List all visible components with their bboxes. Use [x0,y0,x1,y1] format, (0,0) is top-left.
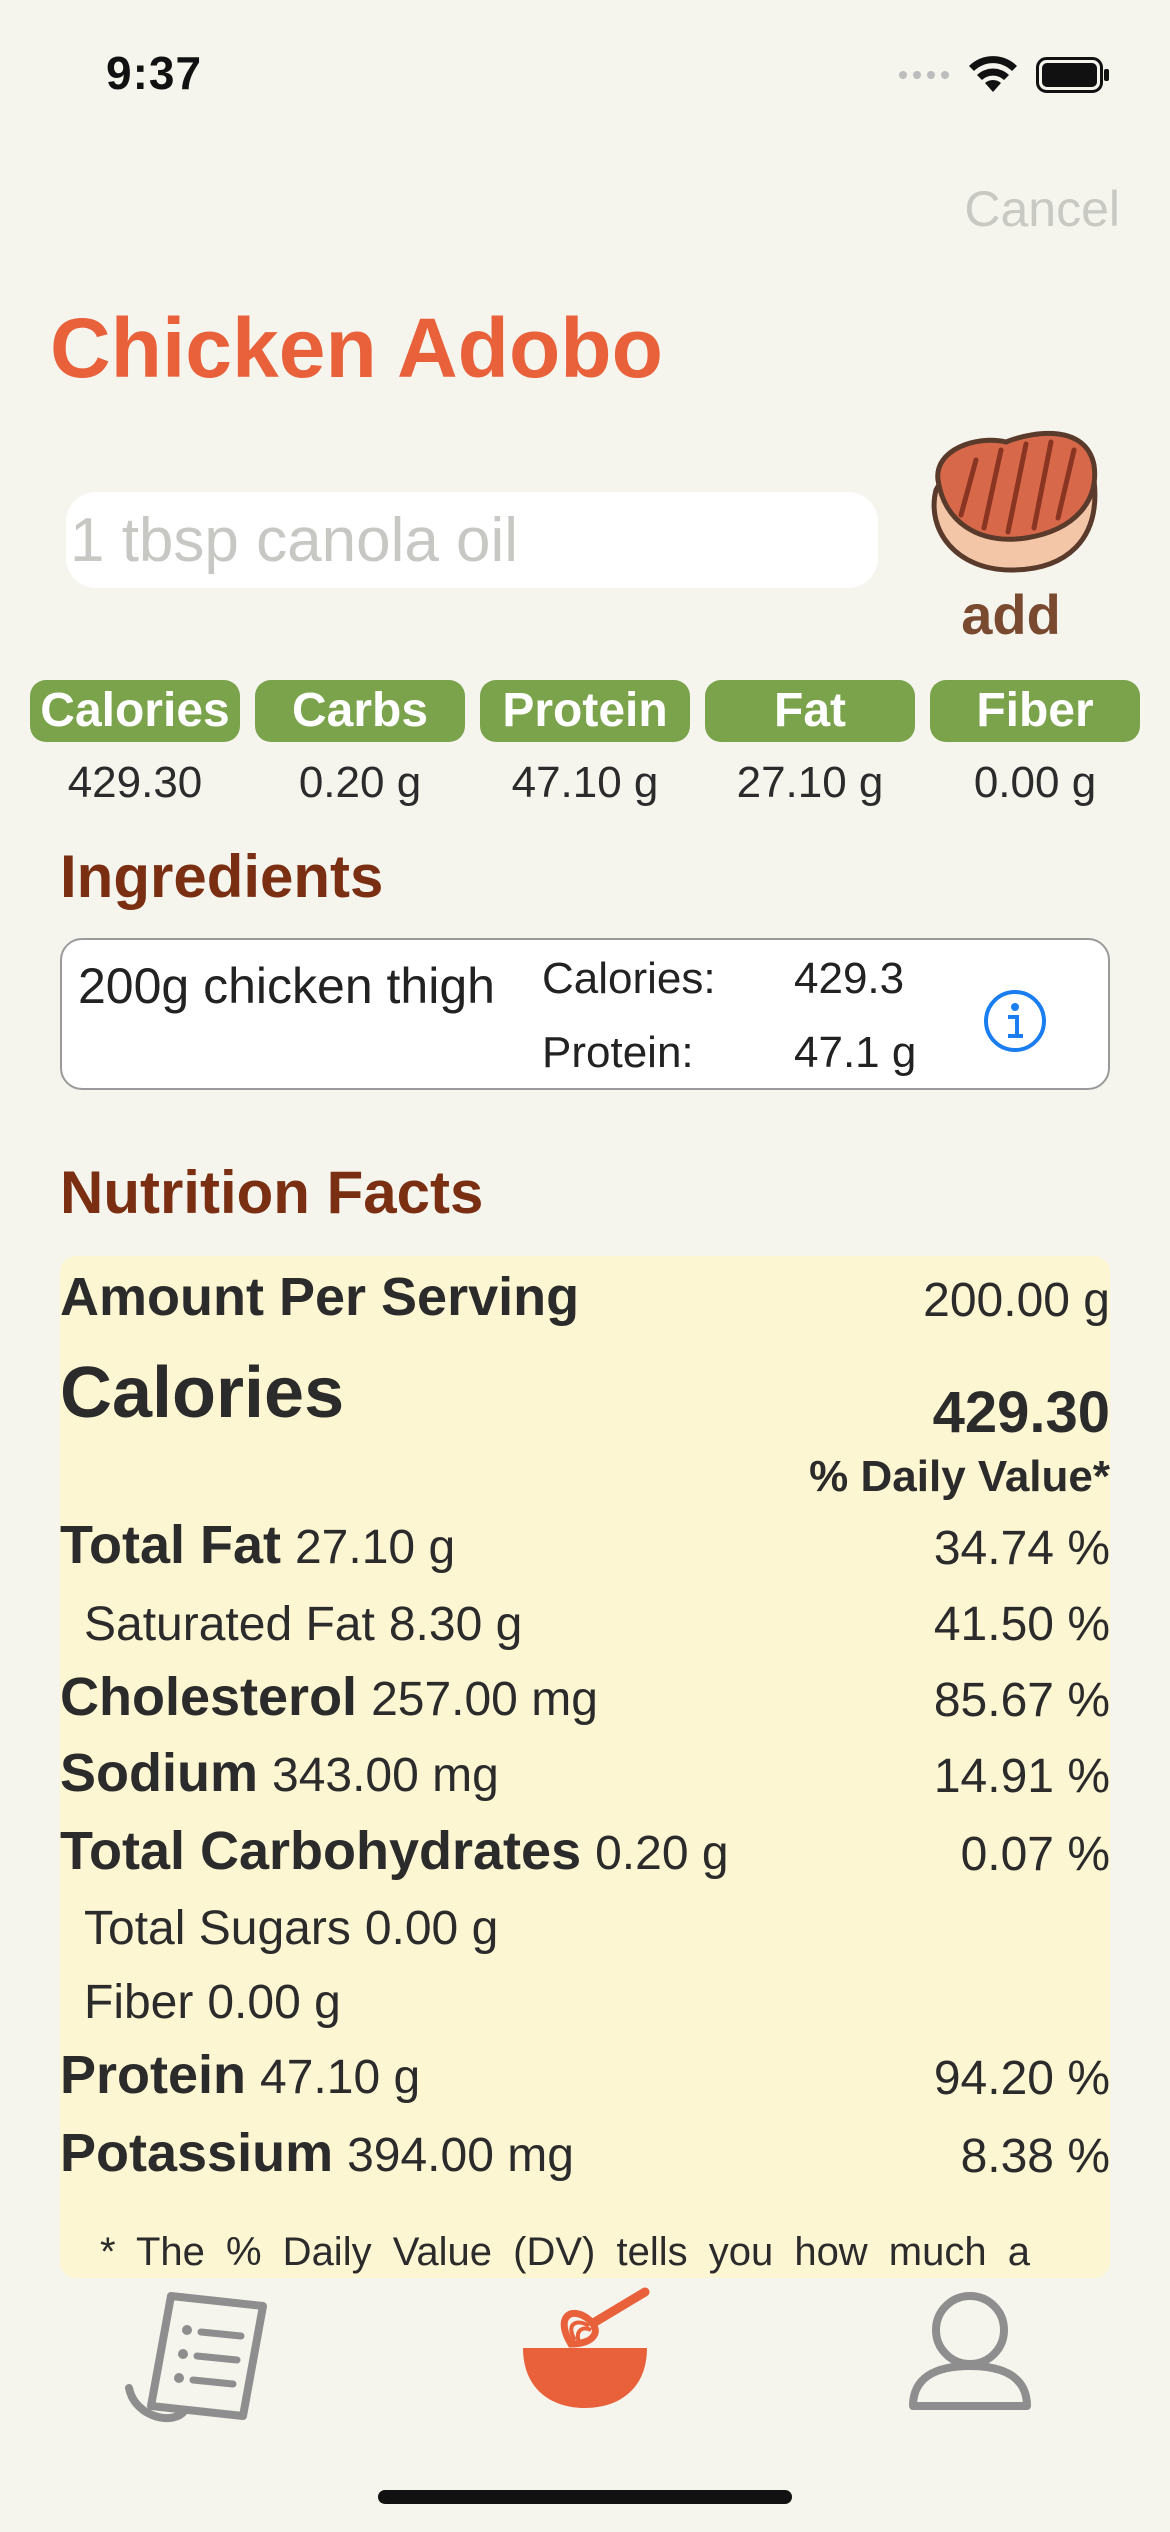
macro-fat: Fat 27.10 g [705,680,915,808]
macro-label: Calories [30,680,240,742]
nutrient-label: Saturated Fat [84,1598,375,1651]
nutrient-row-total-fat: Total Fat 27.10 g 34.74 % [60,1514,1110,1584]
ingredient-name: 200g chicken thigh [78,958,495,1014]
info-icon[interactable] [982,988,1048,1054]
nutrient-row-protein: Protein 47.10 g 94.20 % [60,2044,1110,2114]
nutrient-label: Protein [60,2045,247,2105]
macro-value: 0.00 g [973,758,1097,807]
nutrient-amount: 8.30 g [388,1598,523,1651]
dv-header-row: % Daily Value* [60,1446,1110,1506]
nutrient-pct: 41.50 % [933,1598,1110,1651]
nutrient-amount: 47.10 g [260,2051,421,2104]
nutrient-pct: 94.20 % [933,2052,1110,2105]
add-label: add [961,583,1061,646]
status-indicators [898,50,1110,100]
nutrient-row-fiber: Fiber 0.00 g [60,1968,1110,2038]
nutrient-row-total-carbohydrates: Total Carbohydrates 0.20 g 0.07 % [60,1820,1110,1890]
whisk-bowl-icon [523,2287,650,2408]
nutrient-label: Total Sugars [84,1902,351,1955]
nutrient-pct: 8.38 % [960,2130,1110,2183]
dv-header: % Daily Value* [809,1452,1110,1501]
ingredients-heading: Ingredients [60,843,384,910]
calories-label: Calories [60,1353,345,1433]
ingredient-calories-label: Calories: [542,954,716,1003]
nutrient-row-potassium: Potassium 394.00 mg 8.38 % [60,2122,1110,2192]
tab-cook[interactable] [495,2278,675,2428]
nutrient-amount: 0.00 g [207,1976,341,2029]
macro-value: 27.10 g [736,758,884,807]
nutrient-amount: 27.10 g [294,1521,456,1574]
ingredient-input[interactable] [66,492,878,588]
macro-carbs: Carbs 0.20 g [255,680,465,808]
macro-summary: Calories 429.30 Carbs 0.20 g Protein 47.… [30,680,1140,808]
macro-calories: Calories 429.30 [30,680,240,808]
macro-label: Fat [705,680,915,742]
nutrient-label: Total Fat [60,1515,281,1575]
battery-icon [1036,57,1109,93]
tab-recipes[interactable] [115,2278,295,2428]
nutrient-label: Fiber [84,1976,194,2029]
ingredient-row[interactable]: 200g chicken thigh Calories: 429.3 Prote… [60,938,1110,1090]
serving-label: Amount Per Serving [60,1267,580,1327]
nutrient-amount: 0.00 g [364,1902,499,1955]
cellular-signal-icon [899,71,949,79]
macro-label: Carbs [255,680,465,742]
nutrient-amount: 257.00 mg [371,1673,598,1726]
macro-label: Fiber [930,680,1140,742]
calories-row: Calories 429.30 [60,1346,1110,1446]
macro-value: 0.20 g [298,758,422,807]
macro-value: 429.30 [67,758,203,807]
nutrient-label: Cholesterol [60,1667,358,1727]
tab-profile[interactable] [875,2278,1055,2428]
nutrient-row-sodium: Sodium 343.00 mg 14.91 % [60,1742,1110,1812]
nutrition-facts-panel: Amount Per Serving 200.00 g Calories 429… [60,1256,1110,2278]
ingredient-protein-label: Protein: [542,1028,694,1077]
serving-row: Amount Per Serving 200.00 g [60,1266,1110,1336]
profile-icon [909,2292,1031,2410]
nutrient-pct: 85.67 % [933,1674,1110,1727]
macro-protein: Protein 47.10 g [480,680,690,808]
cancel-button[interactable]: Cancel [964,180,1120,238]
steak-icon [931,430,1098,573]
macro-fiber: Fiber 0.00 g [930,680,1140,808]
home-indicator [378,2490,792,2504]
daily-value-footnote: * The % Daily Value (DV) tells you how m… [100,2230,1030,2274]
recipe-title[interactable]: Chicken Adobo [50,300,663,397]
nutrient-row-saturated-fat: Saturated Fat 8.30 g 41.50 % [60,1590,1110,1660]
add-ingredient-button[interactable]: add [916,420,1106,650]
nutrient-pct: 0.07 % [960,1828,1110,1881]
macro-value: 47.10 g [511,758,659,807]
nutrient-row-total-sugars: Total Sugars 0.00 g [60,1894,1110,1964]
calories-value: 429.30 [932,1380,1110,1445]
nutrient-label: Sodium [60,1743,258,1803]
nutrient-label: Total Carbohydrates [60,1821,582,1881]
nutrient-amount: 343.00 mg [272,1749,499,1802]
nutrient-amount: 394.00 mg [347,2129,574,2182]
ingredient-calories-value: 429.3 [794,954,905,1003]
macro-label: Protein [480,680,690,742]
serving-value: 200.00 g [923,1274,1110,1327]
nutrient-row-cholesterol: Cholesterol 257.00 mg 85.67 % [60,1666,1110,1736]
nutrient-amount: 0.20 g [595,1827,729,1880]
nutrient-pct: 14.91 % [933,1750,1110,1803]
ingredient-protein-value: 47.1 g [794,1028,917,1077]
recipe-list-icon [125,2292,267,2422]
nutrient-label: Potassium [60,2123,334,2183]
nutrition-heading: Nutrition Facts [60,1159,484,1226]
status-time: 9:37 [106,47,203,99]
nutrient-pct: 34.74 % [933,1522,1110,1575]
wifi-icon [969,56,1017,92]
